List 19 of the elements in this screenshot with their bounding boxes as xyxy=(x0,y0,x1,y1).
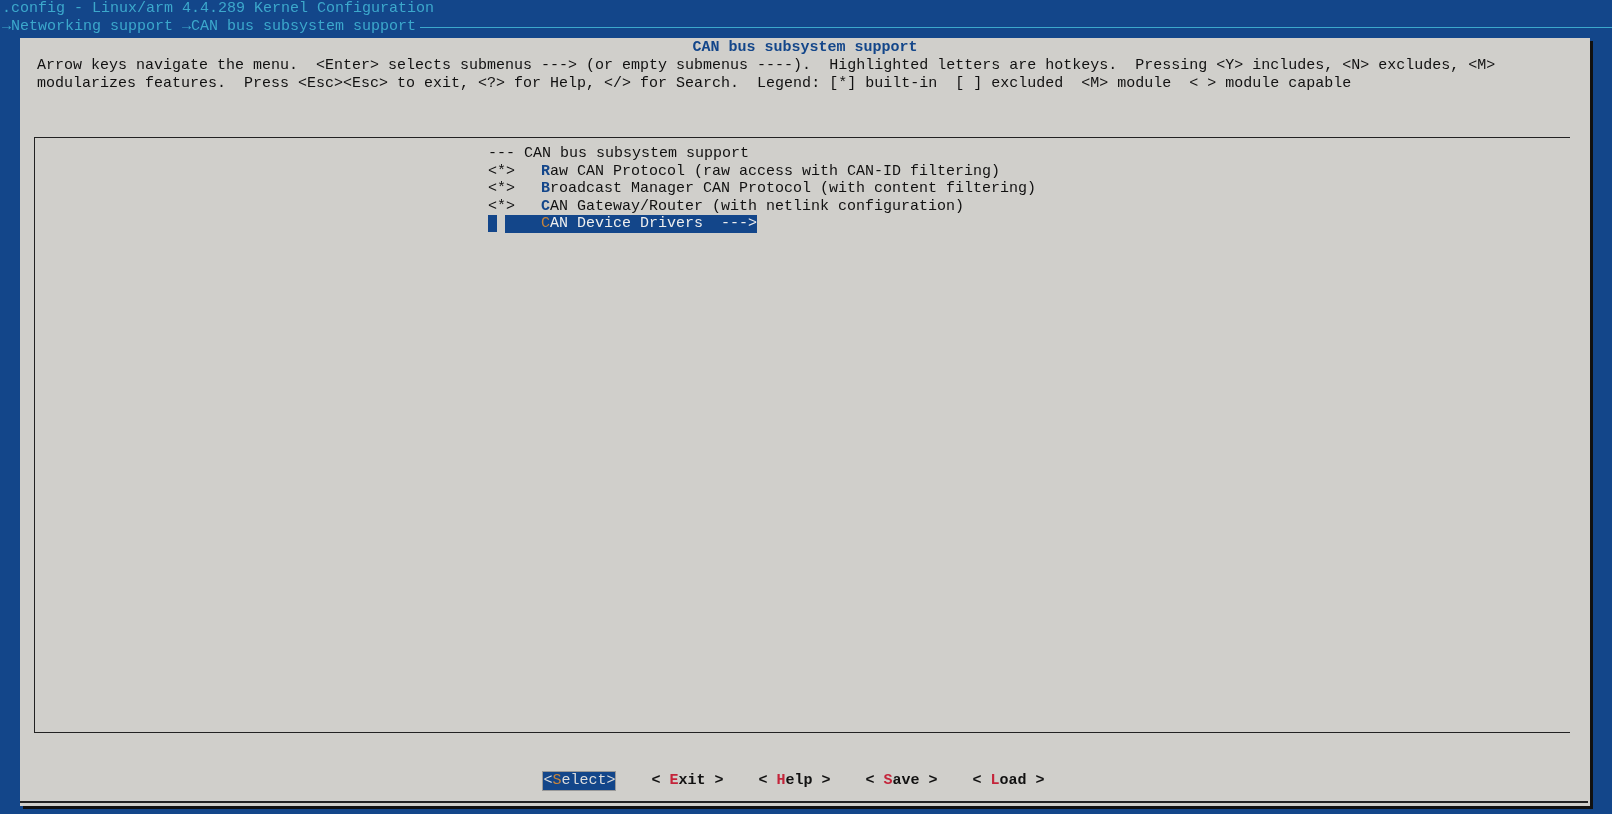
breadcrumb-item: →Networking support xyxy=(2,18,175,36)
menu-item[interactable]: Broadcast Manager CAN Protocol (with content filtering) xyxy=(541,180,1037,198)
dialog-button[interactable]: < Exit > xyxy=(651,771,724,791)
option-state: <*> xyxy=(488,162,516,180)
option-state: <*> xyxy=(488,180,516,198)
dialog-button[interactable]: < Load > xyxy=(972,771,1045,791)
menu-item[interactable]: CAN Device Drivers ---> xyxy=(505,215,758,233)
dialog-title: CAN bus subsystem support xyxy=(691,38,919,57)
window-title: .config - Linux/arm 4.4.289 Kernel Configuration xyxy=(1,0,436,18)
menu-item[interactable]: Raw CAN Protocol (raw access with CAN-ID filtering) xyxy=(541,162,1001,180)
dialog-button[interactable]: < Help > xyxy=(758,771,831,791)
help-text: Arrow keys navigate the menu. <Enter> selects submenus ---> (or empty submenus ----). Highlighted letters are hotkeys. Pressing <Y> includes, <N> excludes, <M> xyxy=(36,57,1497,75)
breadcrumb-item: →CAN bus subsystem support xyxy=(182,18,417,36)
dialog-button[interactable]: <Select> xyxy=(542,771,617,791)
menu-header: --- CAN bus subsystem support xyxy=(488,145,750,163)
option-state: <*> xyxy=(488,197,516,215)
help-text: modularizes features. Press <Esc><Esc> to exit, <?> for Help, </> for Search. Legend: [*] built-in [ ] excluded <M> module < > module capable xyxy=(36,75,1353,93)
menu-item[interactable]: CAN Gateway/Router (with netlink configuration) xyxy=(541,197,965,215)
dialog-button[interactable]: < Save > xyxy=(865,771,938,791)
